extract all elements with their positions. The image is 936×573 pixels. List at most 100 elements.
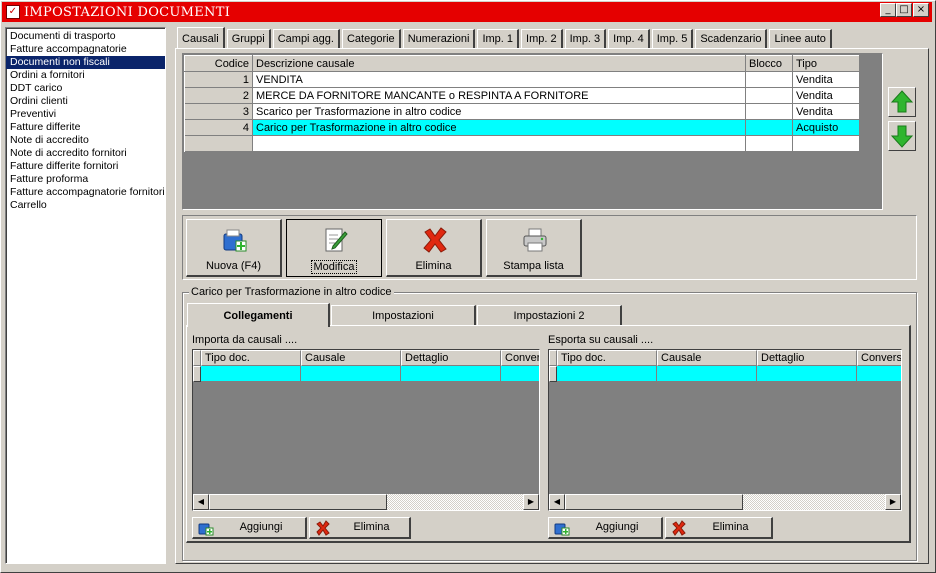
column-header-conversione[interactable]: Conver xyxy=(501,350,539,366)
scroll-left-button[interactable]: ◀ xyxy=(193,494,209,510)
cell-blocco xyxy=(745,71,793,88)
edit-button-label: Modifica xyxy=(310,260,358,274)
scroll-right-button[interactable]: ▶ xyxy=(523,494,539,510)
edit-button[interactable]: Modifica xyxy=(286,219,382,277)
column-header-conversione[interactable]: Conversi xyxy=(857,350,901,366)
column-header-tipo-doc[interactable]: Tipo doc. xyxy=(201,350,301,366)
minimize-button[interactable]: _ xyxy=(880,3,896,17)
tab-imp-1[interactable]: Imp. 1 xyxy=(477,29,520,48)
tab-linee-auto[interactable]: Linee auto xyxy=(769,29,832,48)
tab-categorie[interactable]: Categorie xyxy=(341,29,401,48)
import-add-button[interactable]: Aggiungi xyxy=(192,517,307,539)
tab-numerazioni[interactable]: Numerazioni xyxy=(402,29,476,48)
column-header-descrizione[interactable]: Descrizione causale xyxy=(252,55,746,72)
list-item[interactable]: Fatture accompagnatorie fornitori xyxy=(6,186,165,199)
cell-codice: 1 xyxy=(184,71,253,88)
export-delete-button[interactable]: Elimina xyxy=(665,517,773,539)
table-header-row: Codice Descrizione causale Blocco Tipo xyxy=(184,55,860,72)
document-type-list[interactable]: Documenti di trasporto Fatture accompagn… xyxy=(5,27,166,564)
cell-descrizione: VENDITA xyxy=(252,71,746,88)
subtab-impostazioni-2[interactable]: Impostazioni 2 xyxy=(477,305,622,325)
column-header-causale[interactable]: Causale xyxy=(657,350,757,366)
detail-groupbox-title: Carico per Trasformazione in altro codic… xyxy=(189,286,394,298)
column-header-tipo[interactable]: Tipo xyxy=(792,55,860,72)
row-indicator-header xyxy=(193,350,201,366)
export-grid[interactable]: Tipo doc. Causale Dettaglio Conversi xyxy=(548,349,902,511)
move-up-button[interactable] xyxy=(888,87,916,117)
column-header-blocco[interactable]: Blocco xyxy=(745,55,793,72)
list-item[interactable]: Documenti di trasporto xyxy=(6,30,165,43)
list-item[interactable]: Fatture differite fornitori xyxy=(6,160,165,173)
title-bar[interactable]: ✓ IMPOSTAZIONI DOCUMENTI xyxy=(2,2,932,22)
scroll-left-button[interactable]: ◀ xyxy=(549,494,565,510)
list-item[interactable]: Note di accredito xyxy=(6,134,165,147)
import-add-label: Aggiungi xyxy=(239,521,283,533)
column-header-dettaglio[interactable]: Dettaglio xyxy=(401,350,501,366)
scroll-thumb[interactable] xyxy=(565,494,743,510)
list-item[interactable]: Preventivi xyxy=(6,108,165,121)
print-list-button[interactable]: Stampa lista xyxy=(486,219,582,277)
column-header-codice[interactable]: Codice xyxy=(184,55,253,72)
tab-campi-agg[interactable]: Campi agg. xyxy=(272,29,340,48)
edit-document-icon xyxy=(325,228,348,252)
tab-gruppi[interactable]: Gruppi xyxy=(226,29,271,48)
scroll-right-button[interactable]: ▶ xyxy=(885,494,901,510)
column-header-causale[interactable]: Causale xyxy=(301,350,401,366)
delete-button[interactable]: Elimina xyxy=(386,219,482,277)
close-button[interactable]: × xyxy=(913,3,929,17)
cell-tipo: Vendita xyxy=(792,87,860,104)
list-item[interactable]: Fatture differite xyxy=(6,121,165,134)
cell xyxy=(501,366,539,382)
move-down-button[interactable] xyxy=(888,121,916,151)
export-hscrollbar[interactable]: ◀ ▶ xyxy=(549,494,901,510)
list-item[interactable]: Fatture proforma xyxy=(6,173,165,186)
arrow-up-icon xyxy=(890,90,914,113)
scroll-thumb[interactable] xyxy=(209,494,387,510)
subtab-collegamenti[interactable]: Collegamenti xyxy=(187,303,330,327)
export-grid-header: Tipo doc. Causale Dettaglio Conversi xyxy=(549,350,901,366)
causali-table: Codice Descrizione causale Blocco Tipo 1… xyxy=(184,55,860,152)
maximize-button[interactable]: □ xyxy=(896,3,912,17)
import-delete-label: Elimina xyxy=(353,521,390,533)
import-grid[interactable]: Tipo doc. Causale Dettaglio Conver xyxy=(192,349,540,511)
table-row[interactable] xyxy=(193,366,539,382)
delete-x-icon xyxy=(672,520,686,536)
export-label: Esporta su causali .... xyxy=(548,334,654,346)
table-row[interactable] xyxy=(549,366,901,382)
causali-grid[interactable]: Codice Descrizione causale Blocco Tipo 1… xyxy=(182,53,883,210)
new-button[interactable]: Nuova (F4) xyxy=(186,219,282,277)
list-item-selected[interactable]: Documenti non fiscali xyxy=(6,56,165,69)
tab-imp-5[interactable]: Imp. 5 xyxy=(651,29,694,48)
list-item[interactable]: Ordini clienti xyxy=(6,95,165,108)
list-item[interactable]: Note di accredito fornitori xyxy=(6,147,165,160)
delete-button-label: Elimina xyxy=(415,260,452,272)
tab-imp-4[interactable]: Imp. 4 xyxy=(608,29,650,48)
export-add-button[interactable]: Aggiungi xyxy=(548,517,663,539)
import-hscrollbar[interactable]: ◀ ▶ xyxy=(193,494,539,510)
tab-imp-2[interactable]: Imp. 2 xyxy=(521,29,563,48)
list-item[interactable]: Carrello xyxy=(6,199,165,212)
column-header-tipo-doc[interactable]: Tipo doc. xyxy=(557,350,657,366)
table-row-selected[interactable]: 4 Carico per Trasformazione in altro cod… xyxy=(184,119,860,136)
table-row-new[interactable] xyxy=(184,135,860,152)
subtab-impostazioni[interactable]: Impostazioni xyxy=(331,305,476,325)
cell xyxy=(557,366,657,382)
cell-blocco xyxy=(745,135,793,152)
list-item[interactable]: Ordini a fornitori xyxy=(6,69,165,82)
list-item[interactable]: Fatture accompagnatorie xyxy=(6,43,165,56)
column-header-dettaglio[interactable]: Dettaglio xyxy=(757,350,857,366)
row-indicator-header xyxy=(549,350,557,366)
tab-imp-3[interactable]: Imp. 3 xyxy=(564,29,607,48)
table-row[interactable]: 3 Scarico per Trasformazione in altro co… xyxy=(184,103,860,120)
table-row[interactable]: 1 VENDITA Vendita xyxy=(184,71,860,88)
tab-causali[interactable]: Causali xyxy=(177,27,225,48)
list-item[interactable]: DDT carico xyxy=(6,82,165,95)
cell-blocco xyxy=(745,119,793,136)
add-icon xyxy=(198,523,214,536)
cell-codice: 3 xyxy=(184,103,253,120)
import-delete-button[interactable]: Elimina xyxy=(309,517,411,539)
table-row[interactable]: 2 MERCE DA FORNITORE MANCANTE o RESPINTA… xyxy=(184,87,860,104)
tab-scadenzario[interactable]: Scadenzario xyxy=(695,29,768,48)
window-title: IMPOSTAZIONI DOCUMENTI xyxy=(24,4,231,20)
new-button-label: Nuova (F4) xyxy=(205,260,262,272)
